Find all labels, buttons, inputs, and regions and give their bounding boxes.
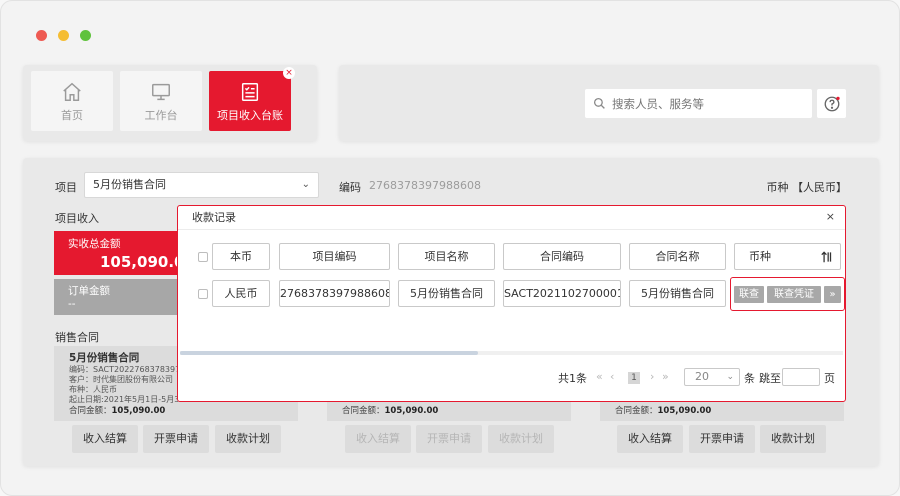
row-cell-currency-local: 人民币 xyxy=(212,280,270,307)
first-page-icon[interactable]: « xyxy=(596,370,603,383)
jump-label: 跳至 xyxy=(759,372,781,385)
row-cell-project-code: 2768378397988608 xyxy=(279,280,390,307)
header-cell-contract-name: 合同名称 xyxy=(629,243,726,270)
total-received-value: 105,090.00 xyxy=(100,253,195,271)
project-select-value: 5月份销售合同 xyxy=(93,178,166,191)
payment-plan-button[interactable]: 收款计划 xyxy=(760,425,826,453)
invoice-request-button[interactable]: 开票申请 xyxy=(689,425,755,453)
nav-tile-home[interactable]: 首页 xyxy=(31,71,113,131)
income-settlement-button[interactable]: 收入结算 xyxy=(72,425,138,453)
search-input[interactable] xyxy=(612,96,802,111)
header-cell-project-name: 项目名称 xyxy=(398,243,495,270)
invoice-request-button[interactable]: 开票申请 xyxy=(416,425,482,453)
contract-amount-value: 105,090.00 xyxy=(384,406,439,416)
horizontal-scrollbar[interactable] xyxy=(180,351,843,355)
next-page-icon[interactable]: › xyxy=(650,370,654,383)
nav-tile-label: 项目收入台账 xyxy=(217,109,283,122)
prev-page-icon[interactable]: ‹ xyxy=(610,370,614,383)
row-cell-contract-code: SACT20211027000015 xyxy=(503,280,621,307)
chevron-down-icon: ⌄ xyxy=(726,372,734,382)
order-amount-card: 订单金额 -- xyxy=(54,279,184,315)
nav-tile-workbench[interactable]: 工作台 xyxy=(120,71,202,131)
contract-amount-value: 105,090.00 xyxy=(657,406,712,416)
more-ops-icon[interactable]: » xyxy=(824,286,841,303)
row-cell-project-name: 5月份销售合同 xyxy=(398,280,495,307)
income-settlement-button[interactable]: 收入结算 xyxy=(617,425,683,453)
order-amount-label: 订单金额 xyxy=(68,285,110,297)
currency-label: 币种 【人民币】 xyxy=(766,181,848,194)
contract-amount-value: 105,090.00 xyxy=(111,406,166,416)
contract-amount: 合同金额：105,090.00 xyxy=(69,406,165,416)
row-checkbox[interactable] xyxy=(198,289,208,299)
window-close-dot[interactable] xyxy=(36,30,47,41)
header-cell-currency: 币种 xyxy=(734,243,841,270)
income-section-label: 项目收入 xyxy=(55,212,99,225)
row-operations: 联查 联查凭证 » xyxy=(730,277,845,311)
ledger-icon xyxy=(241,83,259,101)
contract-amount: 合同金额：105,090.00 xyxy=(615,406,711,416)
row-cell-contract-name: 5月份销售合同 xyxy=(629,280,726,307)
header-cell-contract-code: 合同编码 xyxy=(503,243,621,270)
total-received-label: 实收总金额 xyxy=(68,238,121,250)
invoice-request-button[interactable]: 开票申请 xyxy=(143,425,209,453)
sort-icon[interactable] xyxy=(820,250,834,264)
pager-total: 共1条 xyxy=(558,372,587,385)
search-box[interactable] xyxy=(585,89,812,118)
header-cell-project-code: 项目编码 xyxy=(279,243,390,270)
project-select[interactable]: 5月份销售合同 ⌄ xyxy=(84,172,319,198)
help-button[interactable] xyxy=(817,89,846,118)
contract-amount: 合同金额：105,090.00 xyxy=(342,406,438,416)
code-value: 2768378397988608 xyxy=(369,179,481,192)
tab-close-icon[interactable]: × xyxy=(283,67,295,79)
home-icon xyxy=(63,82,81,101)
project-label: 项目 xyxy=(55,181,77,194)
linked-voucher-button[interactable]: 联查凭证 xyxy=(767,286,821,303)
search-panel xyxy=(339,65,879,141)
sales-section-label: 销售合同 xyxy=(55,331,99,344)
modal-title: 收款记录 xyxy=(178,206,845,230)
nav-tile-income-ledger[interactable]: 项目收入台账 × xyxy=(209,67,295,131)
app-window: 首页 工作台 项目收入台账 × 项目 5月份销售合同 ⌄ 编码 27683783… xyxy=(0,0,900,496)
header-cell-currency-local: 本币 xyxy=(212,243,270,270)
monitor-icon xyxy=(152,83,170,101)
nav-panel: 首页 工作台 项目收入台账 × xyxy=(23,65,317,141)
income-settlement-button[interactable]: 收入结算 xyxy=(345,425,411,453)
payment-plan-button[interactable]: 收款计划 xyxy=(488,425,554,453)
window-maximize-dot[interactable] xyxy=(80,30,91,41)
payment-records-modal: 收款记录 × 本币 项目编码 项目名称 合同编码 合同名称 币种 人民币 276… xyxy=(177,205,846,402)
page-size-unit: 条 xyxy=(744,372,755,385)
page-size-value: 20 xyxy=(695,370,709,383)
search-icon xyxy=(593,97,605,109)
last-page-icon[interactable]: » xyxy=(662,370,669,383)
scrollbar-thumb[interactable] xyxy=(180,351,478,355)
header-cell-currency-label: 币种 xyxy=(749,250,771,263)
total-received-card: 实收总金额 105,090.00 xyxy=(54,231,195,275)
nav-tile-label: 工作台 xyxy=(144,109,178,122)
jump-page-input[interactable] xyxy=(782,368,820,386)
close-icon[interactable]: × xyxy=(826,210,835,223)
chevron-down-icon: ⌄ xyxy=(301,179,310,190)
page-unit: 页 xyxy=(824,372,835,385)
linked-query-button[interactable]: 联查 xyxy=(734,286,764,303)
window-minimize-dot[interactable] xyxy=(58,30,69,41)
contract-amount-label: 合同金额： xyxy=(342,406,385,416)
order-amount-value: -- xyxy=(68,298,76,310)
page-size-select[interactable]: 20 ⌄ xyxy=(684,368,740,386)
code-label: 编码 xyxy=(339,181,361,194)
help-icon xyxy=(824,96,840,111)
contract-amount-label: 合同金额： xyxy=(615,406,658,416)
current-page[interactable]: 1 xyxy=(628,372,640,384)
nav-tile-label: 首页 xyxy=(61,109,83,122)
select-all-checkbox[interactable] xyxy=(198,252,208,262)
payment-plan-button[interactable]: 收款计划 xyxy=(215,425,281,453)
contract-amount-label: 合同金额： xyxy=(69,406,112,416)
